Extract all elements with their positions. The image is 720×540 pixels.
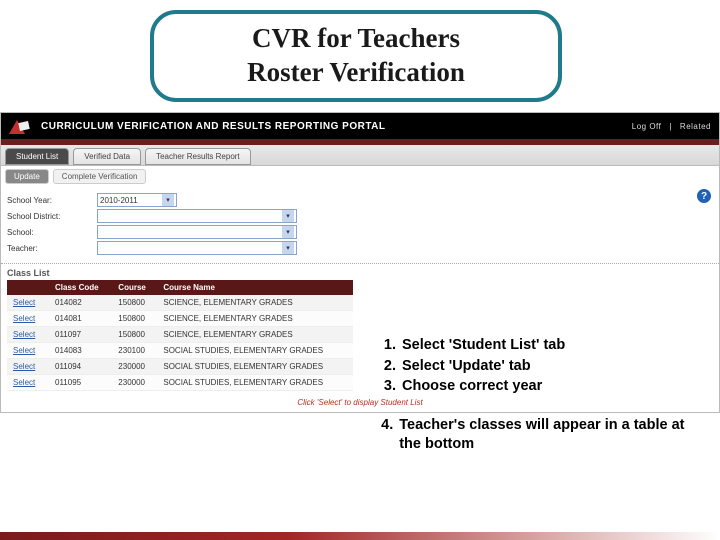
class-list-body: Select 014082150800SCIENCE, ELEMENTARY GR… xyxy=(7,295,353,391)
col-course: Course xyxy=(112,280,157,295)
select-link[interactable]: Select xyxy=(13,346,35,355)
main-tabs: Student List Verified Data Teacher Resul… xyxy=(1,145,719,166)
select-teacher[interactable]: ▾ xyxy=(97,241,297,255)
help-icon[interactable]: ? xyxy=(697,189,711,203)
cell-course: 150800 xyxy=(112,311,157,327)
instruction-number: 2. xyxy=(380,357,396,377)
label-school-year: School Year: xyxy=(7,196,97,205)
portal-logo-icon xyxy=(9,118,31,134)
instruction-text: Choose correct year xyxy=(402,377,542,397)
cell-name: SOCIAL STUDIES, ELEMENTARY GRADES xyxy=(157,359,353,375)
select-link[interactable]: Select xyxy=(13,362,35,371)
col-course-name: Course Name xyxy=(157,280,353,295)
table-row: Select 014083230100SOCIAL STUDIES, ELEMEN… xyxy=(7,343,353,359)
instruction-list: 1. Select 'Student List' tab 2. Select '… xyxy=(380,336,700,456)
logoff-link[interactable]: Log Off xyxy=(632,122,662,131)
cell-code: 014081 xyxy=(49,311,112,327)
instruction-text: Teacher's classes will appear in a table… xyxy=(399,416,700,455)
slide-title-line2: Roster Verification xyxy=(154,56,558,90)
cell-code: 011094 xyxy=(49,359,112,375)
instruction-text: Select 'Update' tab xyxy=(402,357,531,377)
cell-name: SOCIAL STUDIES, ELEMENTARY GRADES xyxy=(157,343,353,359)
divider: | xyxy=(669,122,672,131)
col-class-code: Class Code xyxy=(49,280,112,295)
instruction-number: 4. xyxy=(380,416,393,455)
tab-student-list[interactable]: Student List xyxy=(5,148,69,165)
table-row: Select 011097150800SCIENCE, ELEMENTARY GR… xyxy=(7,327,353,343)
slide-title-line1: CVR for Teachers xyxy=(154,22,558,56)
chevron-down-icon: ▾ xyxy=(282,210,294,222)
school-year-value: 2010-2011 xyxy=(100,196,138,205)
cell-code: 014083 xyxy=(49,343,112,359)
label-teacher: Teacher: xyxy=(7,244,97,253)
instruction-item: 2. Select 'Update' tab xyxy=(380,357,700,377)
instruction-item: 4. Teacher's classes will appear in a ta… xyxy=(380,416,700,455)
filter-panel: ? School Year: 2010-2011 ▾ School Distri… xyxy=(1,187,719,264)
slide-footer-bar xyxy=(0,532,720,540)
cell-course: 230000 xyxy=(112,375,157,391)
select-link[interactable]: Select xyxy=(13,314,35,323)
class-list-heading: Class List xyxy=(1,264,719,280)
select-school-year[interactable]: 2010-2011 ▾ xyxy=(97,193,177,207)
instruction-item: 1. Select 'Student List' tab xyxy=(380,336,700,356)
instruction-number: 1. xyxy=(380,336,396,356)
table-row: Select 011095230000SOCIAL STUDIES, ELEMEN… xyxy=(7,375,353,391)
table-row: Select 014082150800SCIENCE, ELEMENTARY GR… xyxy=(7,295,353,311)
instruction-text: Select 'Student List' tab xyxy=(402,336,565,356)
cell-name: SCIENCE, ELEMENTARY GRADES xyxy=(157,295,353,311)
portal-header-title: CURRICULUM VERIFICATION AND RESULTS REPO… xyxy=(41,121,386,132)
slide-title-box: CVR for Teachers Roster Verification xyxy=(150,10,562,102)
cell-code: 011097 xyxy=(49,327,112,343)
select-link[interactable]: Select xyxy=(13,330,35,339)
class-list-table: Class Code Course Course Name Select 0140… xyxy=(7,280,353,391)
select-link[interactable]: Select xyxy=(13,378,35,387)
col-blank xyxy=(7,280,49,295)
label-school: School: xyxy=(7,228,97,237)
select-school[interactable]: ▾ xyxy=(97,225,297,239)
subtab-update[interactable]: Update xyxy=(5,169,49,184)
instruction-item: 3. Choose correct year xyxy=(380,377,700,397)
instruction-number: 3. xyxy=(380,377,396,397)
chevron-down-icon: ▾ xyxy=(162,194,174,206)
related-link[interactable]: Related xyxy=(680,122,711,131)
cell-course: 150800 xyxy=(112,327,157,343)
cell-code: 014082 xyxy=(49,295,112,311)
subtab-complete[interactable]: Complete Verification xyxy=(53,169,147,184)
chevron-down-icon: ▾ xyxy=(282,242,294,254)
cell-code: 011095 xyxy=(49,375,112,391)
sub-tabs: Update Complete Verification xyxy=(1,166,719,187)
tab-verified-data[interactable]: Verified Data xyxy=(73,148,141,165)
cell-course: 230000 xyxy=(112,359,157,375)
label-school-district: School District: xyxy=(7,212,97,221)
portal-header: CURRICULUM VERIFICATION AND RESULTS REPO… xyxy=(1,113,719,139)
chevron-down-icon: ▾ xyxy=(282,226,294,238)
cell-course: 150800 xyxy=(112,295,157,311)
select-school-district[interactable]: ▾ xyxy=(97,209,297,223)
cell-name: SCIENCE, ELEMENTARY GRADES xyxy=(157,311,353,327)
cell-name: SCIENCE, ELEMENTARY GRADES xyxy=(157,327,353,343)
cell-name: SOCIAL STUDIES, ELEMENTARY GRADES xyxy=(157,375,353,391)
cell-course: 230100 xyxy=(112,343,157,359)
table-row: Select 011094230000SOCIAL STUDIES, ELEMEN… xyxy=(7,359,353,375)
tab-teacher-results[interactable]: Teacher Results Report xyxy=(145,148,251,165)
table-row: Select 014081150800SCIENCE, ELEMENTARY GR… xyxy=(7,311,353,327)
select-link[interactable]: Select xyxy=(13,298,35,307)
